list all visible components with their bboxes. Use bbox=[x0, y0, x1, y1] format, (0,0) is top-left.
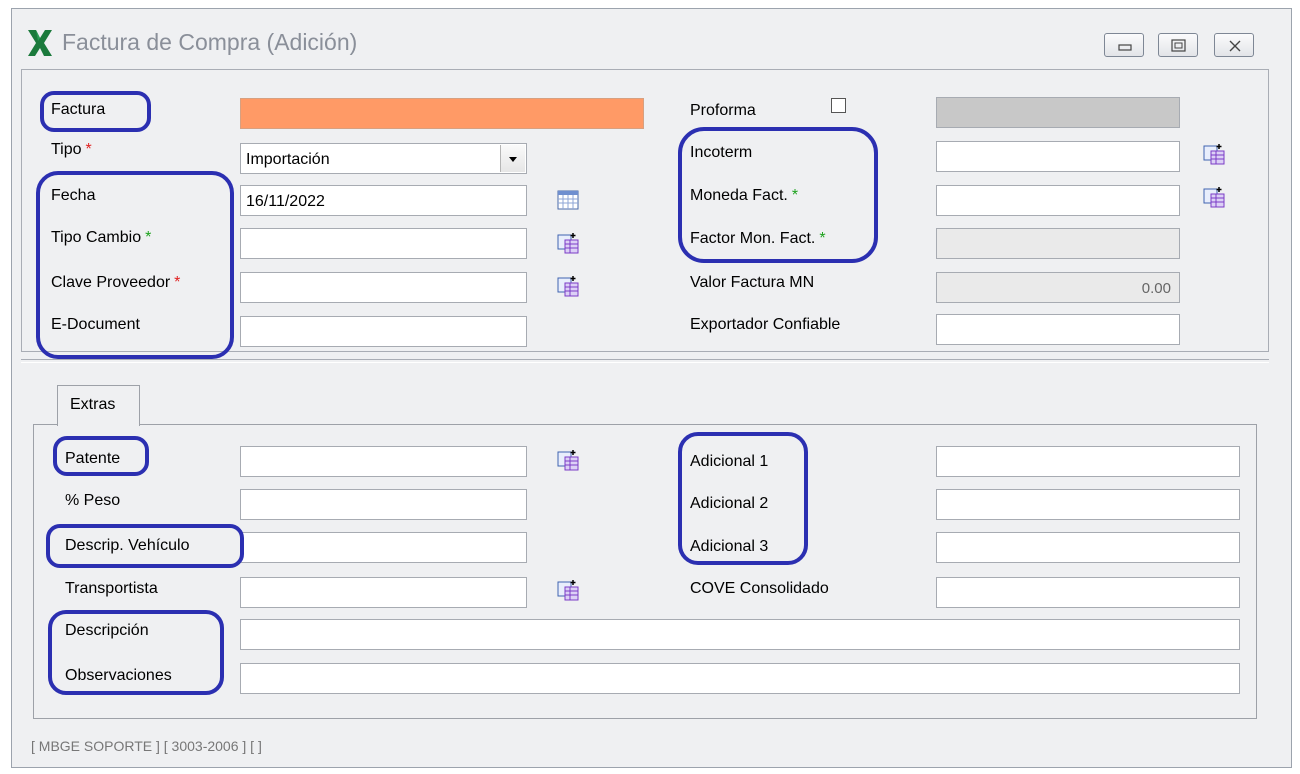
lookup-grid-icon[interactable] bbox=[557, 449, 579, 471]
window-title: Factura de Compra (Adición) bbox=[62, 29, 358, 55]
cove-consolidado-label: COVE Consolidado bbox=[690, 580, 829, 597]
clave-proveedor-field[interactable] bbox=[240, 272, 527, 303]
proforma-label: Proforma bbox=[690, 102, 756, 119]
calendar-icon[interactable] bbox=[557, 189, 579, 211]
close-button[interactable] bbox=[1214, 33, 1254, 57]
title-bar[interactable]: Factura de Compra (Adición) bbox=[12, 9, 1291, 71]
tab-extras[interactable]: Extras bbox=[57, 385, 140, 426]
maximize-icon bbox=[1171, 39, 1186, 52]
patente-field[interactable] bbox=[240, 446, 527, 477]
lookup-grid-icon[interactable] bbox=[1203, 186, 1225, 208]
valor-factura-mn-field: 0.00 bbox=[936, 272, 1180, 303]
highlight-oval-right-fields bbox=[678, 127, 878, 263]
minimize-icon bbox=[1118, 44, 1132, 51]
proforma-checkbox[interactable] bbox=[831, 98, 846, 113]
descrip-vehiculo-field[interactable] bbox=[240, 532, 527, 563]
status-bar: [ MBGE SOPORTE ] [ 3003-2006 ] [ ] bbox=[31, 738, 262, 754]
exportador-confiable-field[interactable] bbox=[936, 314, 1180, 345]
highlight-oval-vehiculo bbox=[46, 524, 244, 568]
lookup-grid-icon[interactable] bbox=[1203, 143, 1225, 165]
highlight-oval-adicional bbox=[678, 432, 808, 565]
peso-field[interactable] bbox=[240, 489, 527, 520]
highlight-oval-factura bbox=[40, 91, 151, 132]
proforma-field bbox=[936, 97, 1180, 128]
tipo-cambio-field[interactable] bbox=[240, 228, 527, 259]
lookup-grid-icon[interactable] bbox=[557, 579, 579, 601]
tipo-label: Tipo * bbox=[51, 141, 92, 158]
highlight-oval-desc-obs bbox=[48, 610, 224, 695]
valor-factura-mn-label: Valor Factura MN bbox=[690, 274, 815, 291]
lookup-grid-icon[interactable] bbox=[557, 275, 579, 297]
transportista-field[interactable] bbox=[240, 577, 527, 608]
adicional-1-field[interactable] bbox=[936, 446, 1240, 477]
chevron-down-icon[interactable] bbox=[500, 145, 525, 172]
e-document-field[interactable] bbox=[240, 316, 527, 347]
x-logo-icon bbox=[28, 30, 52, 56]
lookup-grid-icon[interactable] bbox=[557, 232, 579, 254]
moneda-fact-field[interactable] bbox=[936, 185, 1180, 216]
factor-mon-fact-field bbox=[936, 228, 1180, 259]
divider bbox=[21, 359, 1269, 363]
transportista-label: Transportista bbox=[65, 580, 158, 597]
minimize-button[interactable] bbox=[1104, 33, 1144, 57]
exportador-confiable-label: Exportador Confiable bbox=[690, 316, 841, 333]
fecha-field[interactable]: 16/11/2022 bbox=[240, 185, 527, 216]
adicional-2-field[interactable] bbox=[936, 489, 1240, 520]
incoterm-field[interactable] bbox=[936, 141, 1180, 172]
descripcion-field[interactable] bbox=[240, 619, 1240, 650]
cove-consolidado-field[interactable] bbox=[936, 577, 1240, 608]
highlight-oval-patente bbox=[53, 436, 149, 476]
tipo-select[interactable]: Importación bbox=[240, 143, 527, 174]
adicional-3-field[interactable] bbox=[936, 532, 1240, 563]
maximize-button[interactable] bbox=[1158, 33, 1198, 57]
close-icon bbox=[1229, 40, 1241, 52]
observaciones-field[interactable] bbox=[240, 663, 1240, 694]
factura-field[interactable] bbox=[240, 98, 644, 129]
highlight-oval-left-fields bbox=[36, 171, 234, 359]
peso-label: % Peso bbox=[65, 492, 121, 509]
